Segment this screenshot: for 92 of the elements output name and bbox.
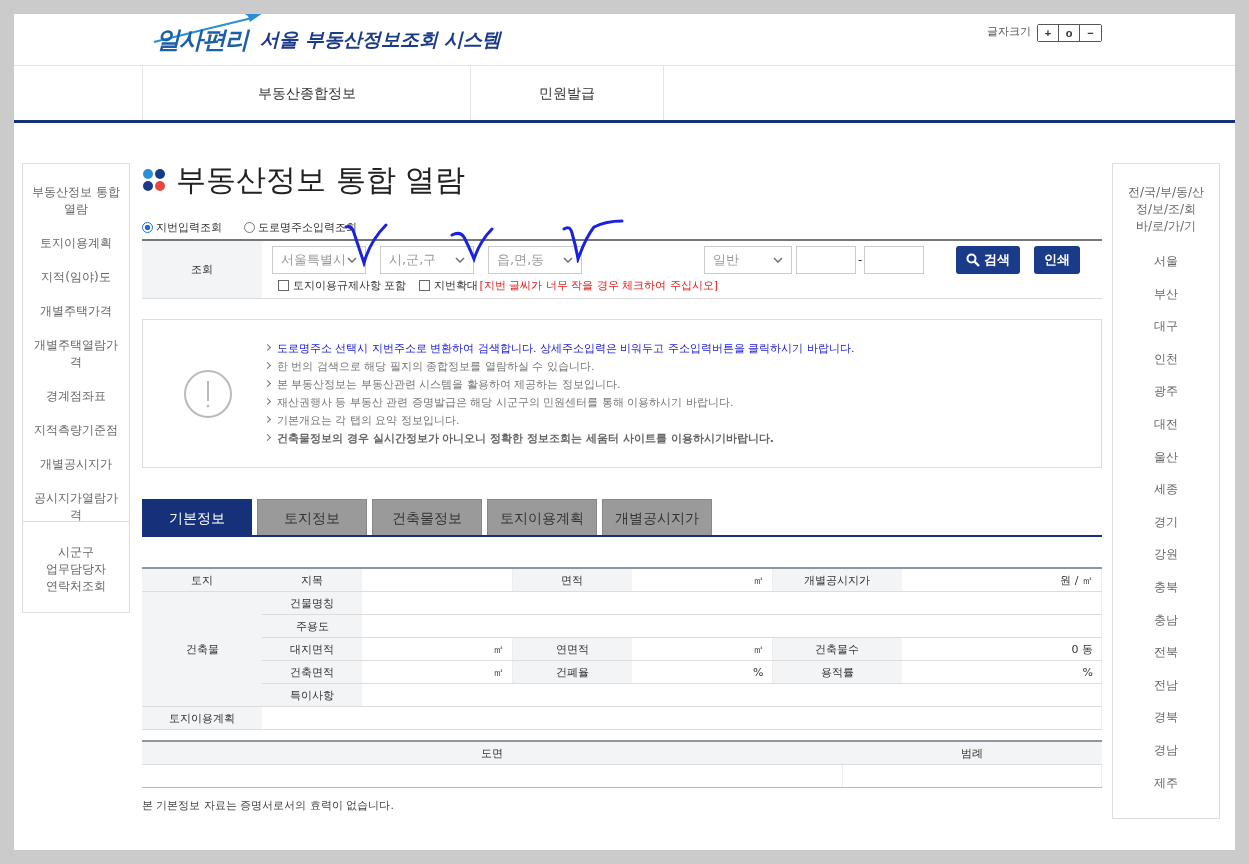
region-shortcut-title: 전/국/부/동/산 정/보/조/회 바/로/가/기 xyxy=(1127,184,1205,235)
chevron-down-icon xyxy=(455,257,465,263)
notice-text: 본 부동산정보는 부동산관련 시스템을 활용하여 제공하는 정보입니다. xyxy=(265,375,855,394)
table-cell: ㎡ xyxy=(632,568,772,592)
table-header-cell: 지목 xyxy=(262,568,362,592)
region-link[interactable]: 경기 xyxy=(1154,505,1178,539)
search-icon xyxy=(966,253,981,267)
handwritten-checkmark-drawing xyxy=(562,219,624,263)
table-header-cell: 주용도 xyxy=(262,614,362,638)
table-header-cell: 연면적 xyxy=(512,637,632,661)
side-menu-item[interactable]: 개별공시지가 xyxy=(23,456,129,473)
region-link[interactable]: 대구 xyxy=(1154,310,1178,343)
info-tab[interactable]: 토지이용계획 xyxy=(487,499,597,535)
region-link[interactable]: 서울 xyxy=(1154,245,1178,278)
search-mode-radio[interactable]: 지번입력조회 xyxy=(142,219,222,235)
notice-text: 도로명주소 선택시 지번주소로 변환하여 검색합니다. 상세주소입력은 비워두고 주소입력버튼을 클릭하시기 바랍니다. xyxy=(265,339,855,358)
chevron-down-icon xyxy=(563,257,573,263)
notice-text: 건축물정보의 경우 실시간정보가 아니오니 정확한 정보조회는 세움터 사이트를 이용하시기바랍니다. xyxy=(265,429,855,448)
exclamation-icon xyxy=(183,368,233,419)
table-header-cell: 도면 xyxy=(142,741,842,765)
search-label: 조회 xyxy=(142,241,262,298)
site-logo[interactable]: 일사편리 xyxy=(156,23,248,56)
region-link[interactable]: 인천 xyxy=(1154,342,1178,376)
search-mode-radio[interactable]: 도로명주소입력조회 xyxy=(244,219,357,235)
disclaimer-text: 본 기본정보 자료는 증명서로서의 효력이 없습니다. xyxy=(142,798,395,813)
table-cell: ㎡ xyxy=(362,637,512,661)
handwritten-checkmark-drawing xyxy=(450,227,494,263)
region-link[interactable]: 제주 xyxy=(1154,766,1178,800)
four-dots-icon xyxy=(142,168,166,192)
table-cell: 0 동 xyxy=(902,637,1102,661)
option-checkbox[interactable]: 지번확대 xyxy=(418,278,478,293)
side-menu-item[interactable]: 부동산정보 통합 열람 xyxy=(23,184,129,218)
region-link[interactable]: 충남 xyxy=(1154,603,1178,637)
region-link[interactable]: 경북 xyxy=(1154,701,1178,734)
table-header-cell: 개별공시지가 xyxy=(772,568,902,592)
region-link[interactable]: 부산 xyxy=(1154,277,1178,311)
side-menu-item[interactable]: 지적(임야)도 xyxy=(23,269,129,286)
info-tab[interactable]: 건축물정보 xyxy=(372,499,482,535)
notice-text: 기본개요는 각 탭의 요약 정보입니다. xyxy=(265,411,855,430)
system-title: 서울 부동산정보조회 시스템 xyxy=(260,26,502,52)
search-button[interactable]: 검색 xyxy=(956,246,1021,274)
font-size-label: 글자크기 xyxy=(987,24,1031,39)
region-link[interactable]: 강원 xyxy=(1154,538,1178,571)
region-link[interactable]: 경남 xyxy=(1154,733,1178,767)
table-cell: ㎡ xyxy=(632,637,772,661)
dash-separator: - xyxy=(858,253,863,267)
table-header-cell: 면적 xyxy=(512,568,632,592)
table-header-cell: 범례 xyxy=(842,741,1102,765)
region-link[interactable]: 충북 xyxy=(1154,570,1178,604)
region-link[interactable]: 전북 xyxy=(1154,636,1178,669)
table-header-cell: 용적률 xyxy=(772,660,902,684)
page-title: 부동산정보 통합 열람 xyxy=(176,160,466,199)
print-button[interactable]: 인쇄 xyxy=(1034,246,1081,274)
table-header-cell: 건축물 xyxy=(142,591,262,707)
table-header-cell: 대지면적 xyxy=(262,637,362,661)
option-checkbox[interactable]: 토지이용규제사항 포함 xyxy=(278,278,407,293)
table-header-cell: 건물명칭 xyxy=(262,591,362,615)
table-header-cell: 토지 xyxy=(142,568,262,592)
table-cell: % xyxy=(632,660,772,684)
table-header-cell: 건축물수 xyxy=(772,637,902,661)
region-link[interactable]: 세종 xyxy=(1154,473,1178,506)
table-header-cell: 토지이용계획 xyxy=(142,706,262,730)
side-menu-item[interactable]: 개별주택열람가격 xyxy=(23,337,129,371)
contact-lookup-link[interactable]: 시군구 업무담당자 연락처조회 xyxy=(23,521,129,612)
info-tab[interactable]: 개별공시지가 xyxy=(602,499,712,535)
region-link[interactable]: 울산 xyxy=(1154,440,1178,474)
lot-number-field[interactable] xyxy=(796,246,856,274)
table-header-cell: 특이사항 xyxy=(262,683,362,707)
table-cell: ㎡ xyxy=(362,660,512,684)
chevron-down-icon xyxy=(347,257,357,263)
notice-text: 재산권행사 등 부동산 관련 증명발급은 해당 시군구의 민원센터를 통해 이용하시기 바랍니다. xyxy=(265,393,855,412)
chevron-down-icon xyxy=(773,257,783,263)
side-menu-item[interactable]: 공시지가열람가격 xyxy=(23,490,129,524)
warning-note: [지번 글씨가 너무 작을 경우 체크하여 주십시오] xyxy=(479,278,719,293)
side-menu-item[interactable]: 토지이용계획 xyxy=(23,235,129,252)
table-cell: 원 / ㎡ xyxy=(902,568,1102,592)
table-header-cell: 건축면적 xyxy=(262,660,362,684)
info-tab[interactable]: 기본정보 xyxy=(142,499,252,535)
region-link[interactable]: 대전 xyxy=(1154,407,1178,441)
region-link[interactable]: 광주 xyxy=(1154,375,1178,408)
nav-menu-item[interactable]: 부동산종합정보 xyxy=(142,66,470,120)
side-menu-item[interactable]: 경계점좌표 xyxy=(23,388,129,405)
table-cell: % xyxy=(902,660,1102,684)
side-menu-item[interactable]: 개별주택가격 xyxy=(23,303,129,320)
side-menu-item[interactable]: 지적측량기준점 xyxy=(23,422,129,439)
notice-text: 한 번의 검색으로 해당 필지의 종합정보를 열람하실 수 있습니다. xyxy=(265,357,855,376)
nav-menu-item[interactable]: 민원발급 xyxy=(470,66,664,120)
region-link[interactable]: 전남 xyxy=(1154,668,1178,702)
font-size-button[interactable]: + xyxy=(1038,25,1059,41)
info-tab[interactable]: 토지정보 xyxy=(257,499,367,535)
sub-lot-number-field[interactable] xyxy=(864,246,925,274)
table-header-cell: 건폐율 xyxy=(512,660,632,684)
